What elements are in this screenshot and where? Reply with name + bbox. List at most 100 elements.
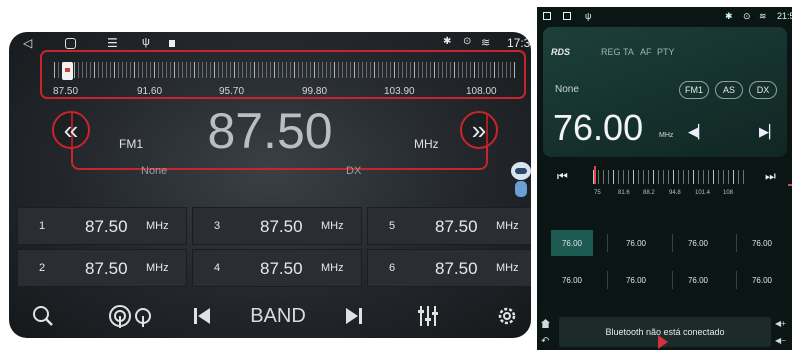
preset-unit: MHz (146, 220, 169, 232)
next-button[interactable] (341, 302, 367, 330)
menu-icon[interactable]: ☰ (107, 36, 118, 50)
scale-edge-marker (788, 184, 792, 186)
divider (736, 234, 737, 252)
preset-number: 3 (214, 220, 221, 232)
divider (672, 234, 673, 252)
seek-next-icon[interactable]: ▶▏ (759, 124, 779, 140)
seek-previous-icon[interactable]: ◀▏ (688, 124, 708, 140)
preset-number: 1 (39, 220, 46, 232)
volume-down-icon[interactable]: ◀− (775, 336, 786, 345)
preset-frequency: 87.50 (85, 259, 128, 278)
flag-reg[interactable]: REG (601, 47, 621, 57)
play-icon[interactable] (658, 335, 668, 349)
flag-pty[interactable]: PTY (657, 47, 675, 57)
home-icon[interactable] (541, 319, 550, 328)
skip-next-icon[interactable]: ⏭ (765, 169, 776, 184)
preset-item-active[interactable]: 76.00 (551, 230, 593, 256)
frequency-unit: MHz (659, 132, 674, 139)
preset-item[interactable]: 4 87.50 MHz (192, 249, 362, 287)
preset-frequency: 87.50 (260, 259, 303, 278)
radio-panel-right: ψ ✱ ⊙ ≋ 21:5 RDS REG TA AF PTY None FM1 … (537, 7, 792, 350)
equalizer-icon (418, 306, 438, 326)
preset-item[interactable]: 76.00 (677, 230, 719, 256)
current-frequency: 76.00 (553, 107, 644, 148)
scale-label: 108 (723, 190, 734, 196)
preset-unit: MHz (146, 262, 169, 274)
tuning-needle[interactable] (594, 166, 596, 184)
preset-item[interactable]: 3 87.50 MHz (192, 207, 362, 245)
location-icon: ⊙ (463, 36, 472, 47)
volume-up-icon[interactable]: ◀+ (775, 319, 786, 328)
settings-button[interactable] (493, 302, 521, 330)
fm1-button[interactable]: FM1 (679, 81, 709, 99)
broadcast-icon (109, 305, 151, 328)
scale-label: 103.90 (384, 86, 415, 97)
preset-frequency: 87.50 (260, 217, 303, 236)
as-button[interactable]: AS (715, 81, 743, 99)
search-icon (33, 306, 53, 326)
preset-grid: 1 87.50 MHz 3 87.50 MHz 5 87.50 MHz 2 87… (17, 207, 531, 291)
rds-logo: RDS (551, 47, 571, 57)
scale-label: 75 (594, 190, 601, 196)
bottom-toolbar: BAND (9, 294, 531, 338)
location-icon: ⊙ (743, 11, 751, 21)
broadcast-button[interactable] (105, 302, 159, 330)
tuning-needle[interactable] (62, 62, 73, 80)
preset-item[interactable]: 76.00 (615, 230, 657, 256)
preset-number: 5 (389, 220, 396, 232)
frequency-unit: MHz (414, 137, 439, 151)
scale-label: 81.6 (618, 190, 630, 196)
preset-frequency: 87.50 (85, 217, 128, 236)
clock-text: 21:5 (777, 11, 792, 21)
preset-item[interactable]: 76.00 (615, 267, 657, 293)
flag-ta[interactable]: TA (623, 47, 634, 57)
divider (736, 271, 737, 289)
preset-frequency: 87.50 (435, 217, 478, 236)
divider (607, 234, 608, 252)
back-icon[interactable]: ◁ (23, 36, 32, 50)
preset-item[interactable]: 5 87.50 MHz (367, 207, 531, 245)
home-icon[interactable] (65, 38, 76, 49)
dx-indicator: DX (346, 165, 362, 177)
preset-item[interactable]: 2 87.50 MHz (17, 249, 187, 287)
band-button[interactable]: BAND (247, 302, 309, 330)
bluetooth-icon: ✱ (443, 36, 452, 47)
scale-label: 88.2 (643, 190, 655, 196)
bottom-bar: ↶ Bluetooth não está conectado ◀+ ◀− (537, 309, 792, 350)
preset-item[interactable]: 76.00 (741, 267, 783, 293)
home-icon[interactable] (563, 12, 571, 20)
preset-item[interactable]: 6 87.50 MHz (367, 249, 531, 287)
equalizer-button[interactable] (413, 302, 443, 330)
scale-major-ticks (54, 62, 516, 78)
preset-unit: MHz (496, 220, 519, 232)
sd-card-icon (169, 40, 175, 47)
usb-icon: ψ (142, 36, 150, 48)
scale-label: 87.50 (53, 86, 79, 97)
rds-ps-name: None (141, 165, 168, 177)
back-icon[interactable]: ↶ (541, 336, 549, 347)
preset-number: 6 (389, 262, 396, 274)
preset-item[interactable]: 76.00 (741, 230, 783, 256)
band-name: FM1 (119, 137, 143, 151)
clock-text: 17:3 (507, 36, 531, 50)
previous-button[interactable] (189, 302, 215, 330)
scale-label: 108.00 (466, 86, 497, 97)
scale-label: 94.8 (669, 190, 681, 196)
flag-af[interactable]: AF (640, 47, 652, 57)
frequency-scale[interactable]: 87.50 91.60 95.70 99.80 103.90 108.00 (40, 50, 526, 99)
preset-item[interactable]: 76.00 (677, 267, 719, 293)
preset-number: 2 (39, 262, 46, 274)
divider (672, 271, 673, 289)
preset-item[interactable]: 76.00 (551, 267, 593, 293)
frequency-scale[interactable]: ⏮ 75 81.6 88.2 94.8 101.4 108 ⏭ (543, 160, 792, 200)
dx-button[interactable]: DX (749, 81, 777, 99)
current-frequency: 87.50 (207, 103, 333, 159)
assistant-robot-icon[interactable] (510, 162, 531, 198)
wifi-icon: ≋ (759, 11, 767, 21)
scale-label: 91.60 (137, 86, 163, 97)
preset-item[interactable]: 1 87.50 MHz (17, 207, 187, 245)
skip-previous-icon[interactable]: ⏮ (557, 169, 568, 184)
search-button[interactable] (29, 302, 57, 330)
scale-major-ticks (593, 170, 748, 184)
screenshot-root: ◁ ☰ ψ ✱ ⊙ ≋ 17:3 87.50 91.60 95.70 99.80… (0, 0, 792, 350)
